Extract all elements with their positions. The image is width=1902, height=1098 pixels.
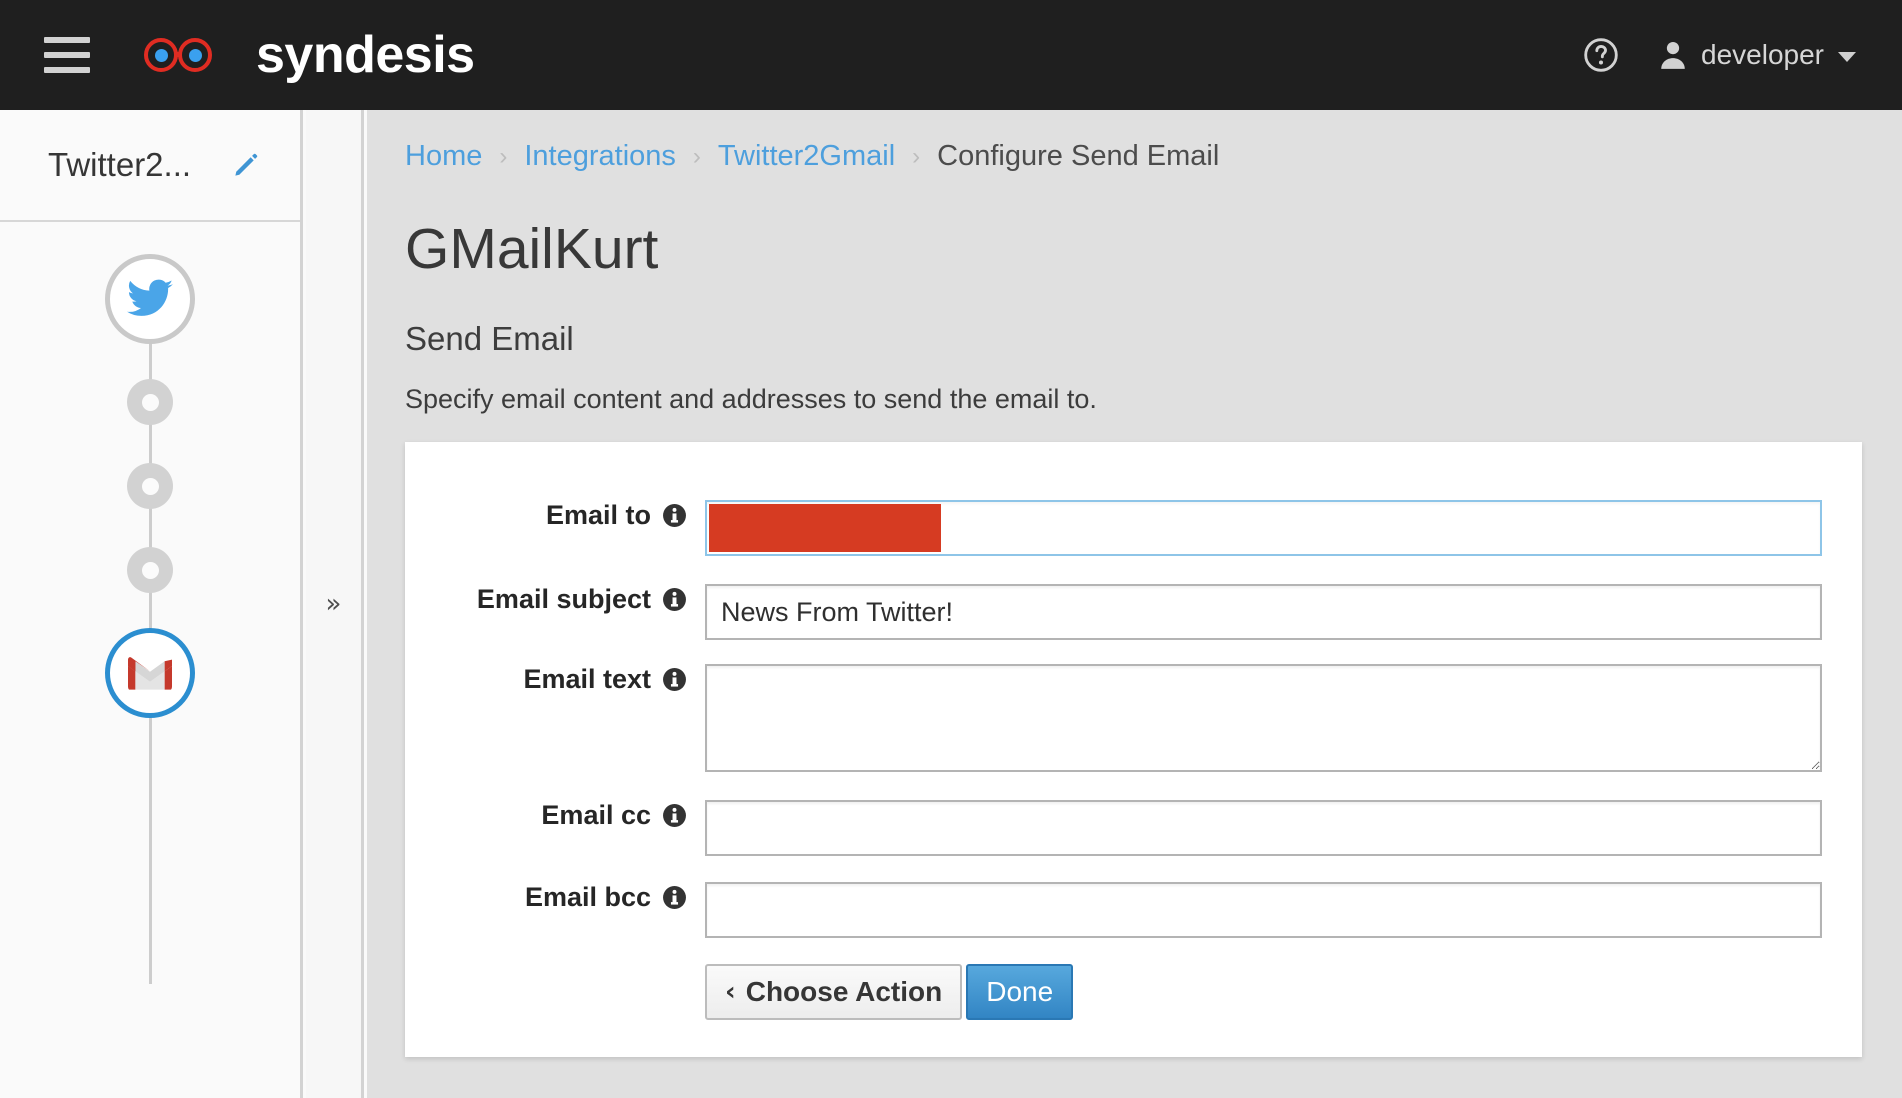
user-menu[interactable]: developer — [1659, 39, 1856, 71]
redaction-block-email-to — [709, 504, 941, 552]
form-row-email-text: Email text — [405, 664, 1862, 777]
gmail-envelope-icon — [128, 657, 172, 690]
info-circle-icon[interactable] — [662, 803, 687, 828]
configuration-form-card: Email to Email subject News From Twitter… — [405, 442, 1862, 1057]
page-title: GMailKurt — [405, 217, 659, 281]
info-circle-icon[interactable] — [662, 885, 687, 910]
email-bcc-input[interactable] — [705, 882, 1822, 938]
label-text: Email subject — [476, 584, 651, 614]
form-control-email-bcc — [705, 882, 1862, 938]
hamburger-line — [44, 52, 90, 58]
form-label-email-cc: Email cc — [405, 800, 705, 831]
breadcrumb-item-home[interactable]: Home — [405, 140, 482, 173]
add-step-node-2[interactable] — [127, 463, 173, 509]
breadcrumb-separator: › — [912, 142, 921, 170]
choose-action-button[interactable]: ‹ Choose Action — [705, 964, 963, 1020]
integration-flow-panel: Twitter2... — [0, 110, 303, 1098]
integration-name-label: Twitter2... — [48, 146, 192, 183]
form-row-email-cc: Email cc — [405, 800, 1862, 856]
hamburger-line — [44, 67, 90, 73]
flow-steps-list — [0, 222, 300, 1098]
info-circle-icon[interactable] — [662, 667, 687, 692]
syndesis-glasses-logo[interactable] — [144, 38, 212, 72]
main-content-area: Home › Integrations › Twitter2Gmail › Co… — [367, 110, 1902, 1098]
user-name-label: developer — [1701, 39, 1824, 70]
done-label: Done — [986, 976, 1054, 1007]
email-text-textarea[interactable] — [705, 664, 1822, 772]
button-row: ‹ Choose Action Done — [705, 964, 1822, 1020]
double-chevron-right-icon: » — [325, 589, 342, 619]
help-circle-icon[interactable] — [1583, 37, 1619, 73]
email-cc-input[interactable] — [705, 800, 1822, 856]
user-avatar-icon — [1661, 41, 1685, 69]
breadcrumb: Home › Integrations › Twitter2Gmail › Co… — [367, 110, 1902, 173]
hamburger-menu-icon[interactable] — [44, 37, 90, 73]
label-text: Email bcc — [524, 882, 651, 912]
breadcrumb-item-current: Configure Send Email — [937, 140, 1220, 172]
info-circle-icon[interactable] — [662, 503, 687, 528]
chevron-left-icon: ‹ — [725, 977, 736, 1007]
form-label-email-subject: Email subject — [405, 584, 705, 615]
logo-eye-left — [144, 38, 178, 72]
email-subject-input[interactable] — [705, 584, 1822, 640]
add-step-node-3[interactable] — [127, 547, 173, 593]
form-control-email-subject — [705, 584, 1862, 640]
label-text: Email to — [545, 500, 651, 530]
section-title: Send Email — [405, 320, 574, 357]
breadcrumb-item-twitter2gmail[interactable]: Twitter2Gmail — [718, 140, 895, 173]
gmail-connection-node[interactable] — [105, 628, 195, 718]
twitter-bird-icon — [127, 279, 173, 316]
form-control-email-text — [705, 664, 1862, 777]
chevron-down-icon[interactable] — [1838, 52, 1856, 62]
breadcrumb-item-integrations[interactable]: Integrations — [524, 140, 676, 173]
form-actions: ‹ Choose Action Done — [705, 964, 1862, 1020]
panel-expand-toggle[interactable]: » — [306, 110, 364, 1098]
form-control-email-to — [705, 500, 1862, 556]
topnav-right-group: developer — [1583, 37, 1856, 73]
label-text: Email text — [523, 664, 651, 694]
top-navigation-bar: syndesis developer — [0, 0, 1902, 110]
form-row-actions: ‹ Choose Action Done — [405, 964, 1862, 1020]
add-step-node-1[interactable] — [127, 379, 173, 425]
form-label-email-to: Email to — [405, 500, 705, 531]
form-label-email-text: Email text — [405, 664, 705, 695]
form-row-email-to: Email to — [405, 500, 1862, 556]
choose-action-label: Choose Action — [745, 976, 943, 1007]
flow-title-bar: Twitter2... — [0, 110, 300, 222]
form-label-email-bcc: Email bcc — [405, 882, 705, 913]
breadcrumb-separator: › — [499, 142, 508, 170]
section-description: Specify email content and addresses to s… — [405, 384, 1097, 414]
form-row-email-bcc: Email bcc — [405, 882, 1862, 938]
brand-wordmark[interactable]: syndesis — [256, 29, 475, 81]
twitter-connection-node[interactable] — [105, 254, 195, 344]
form-row-email-subject: Email subject — [405, 584, 1862, 640]
logo-eye-right — [178, 38, 212, 72]
done-button[interactable]: Done — [966, 964, 1074, 1020]
form-control-email-cc — [705, 800, 1862, 856]
hamburger-line — [44, 37, 90, 43]
pencil-edit-icon[interactable] — [233, 152, 259, 178]
breadcrumb-separator: › — [692, 142, 701, 170]
label-text: Email cc — [541, 800, 651, 830]
info-circle-icon[interactable] — [662, 587, 687, 612]
